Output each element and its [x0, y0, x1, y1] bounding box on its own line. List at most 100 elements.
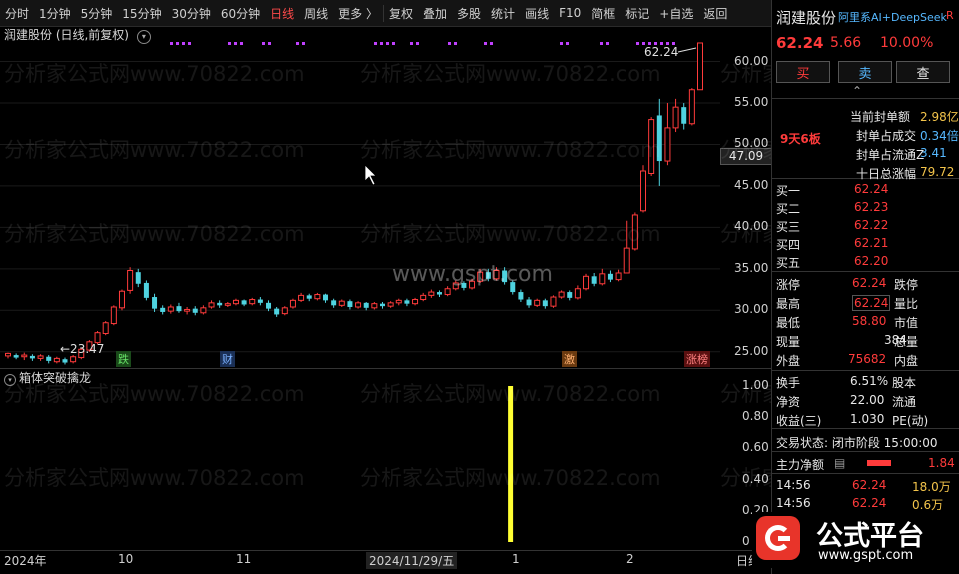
toolbar-item-12[interactable]: 统计 — [486, 5, 520, 22]
candle[interactable] — [444, 286, 451, 297]
candle[interactable] — [583, 273, 590, 291]
candle[interactable] — [681, 103, 687, 130]
candle[interactable] — [452, 280, 459, 291]
event-tag-finance[interactable]: 财 — [220, 351, 235, 367]
candle[interactable] — [127, 267, 134, 294]
candle[interactable] — [664, 103, 671, 166]
candle[interactable] — [387, 301, 394, 308]
toolbar-item-10[interactable]: 叠加 — [418, 5, 452, 22]
toolbar-item-0[interactable]: 分时 — [0, 5, 34, 22]
candle[interactable] — [542, 298, 548, 309]
candle[interactable] — [591, 272, 597, 287]
candle[interactable] — [143, 280, 149, 301]
candle[interactable] — [184, 306, 191, 315]
candle[interactable] — [314, 292, 321, 301]
list-icon[interactable]: ▤ — [834, 456, 845, 470]
candle[interactable] — [249, 297, 256, 306]
toolbar-item-13[interactable]: 画线 — [520, 5, 554, 22]
candle[interactable] — [436, 290, 442, 298]
candle[interactable] — [167, 304, 174, 314]
toolbar-item-15[interactable]: 简框 — [586, 5, 620, 22]
toolbar-item-17[interactable]: +自选 — [654, 5, 698, 22]
toolbar-item-8[interactable]: 更多 〉 — [333, 5, 383, 22]
candle[interactable] — [208, 300, 215, 309]
candle[interactable] — [558, 290, 565, 299]
candle[interactable] — [46, 355, 52, 364]
query-button[interactable]: 查 — [896, 61, 950, 83]
candle[interactable] — [534, 298, 541, 307]
candle[interactable] — [567, 290, 573, 301]
toolbar-item-14[interactable]: F10 — [554, 6, 586, 20]
candle[interactable] — [599, 268, 606, 286]
candle[interactable] — [241, 299, 247, 307]
candle[interactable] — [672, 98, 679, 133]
toolbar-item-9[interactable]: 复权 — [383, 4, 418, 22]
candle[interactable] — [526, 297, 532, 308]
toolbar-item-11[interactable]: 多股 — [452, 5, 486, 22]
candle[interactable] — [37, 354, 44, 361]
toolbar-item-18[interactable]: 返回 — [698, 5, 732, 22]
candle[interactable] — [648, 117, 655, 176]
candle[interactable] — [224, 302, 231, 307]
candle[interactable] — [510, 280, 516, 295]
candle[interactable] — [192, 306, 198, 316]
collapse-icon[interactable]: ⌃ — [852, 84, 862, 98]
candle[interactable] — [338, 299, 345, 307]
candle[interactable] — [232, 298, 239, 306]
candle[interactable] — [640, 165, 647, 213]
candle[interactable] — [217, 300, 223, 308]
toolbar-item-4[interactable]: 30分钟 — [167, 5, 216, 22]
candle[interactable] — [266, 300, 272, 312]
candle[interactable] — [395, 298, 402, 306]
indicator-chart[interactable] — [0, 380, 720, 550]
candle[interactable] — [574, 285, 581, 300]
candle[interactable] — [623, 220, 630, 274]
candle[interactable] — [70, 355, 77, 364]
candle[interactable] — [477, 268, 484, 283]
sell-button[interactable]: 卖 — [838, 61, 892, 83]
candle[interactable] — [697, 42, 703, 91]
candle[interactable] — [152, 293, 158, 312]
candle[interactable] — [615, 269, 622, 282]
candle[interactable] — [257, 297, 263, 306]
toolbar-item-3[interactable]: 15分钟 — [117, 5, 166, 22]
candle[interactable] — [306, 293, 312, 302]
candle[interactable] — [5, 352, 11, 359]
toolbar-item-6[interactable]: 日线 — [265, 5, 299, 22]
candle[interactable] — [281, 306, 288, 316]
candle[interactable] — [331, 298, 337, 308]
candle[interactable] — [160, 305, 166, 315]
toolbar-item-16[interactable]: 标记 — [620, 5, 654, 22]
candle[interactable] — [428, 289, 435, 298]
candle[interactable] — [631, 212, 638, 251]
event-tag-down[interactable]: 跌 — [116, 351, 131, 367]
candle[interactable] — [53, 356, 60, 364]
signal-bar[interactable] — [508, 386, 514, 542]
toolbar-item-5[interactable]: 60分钟 — [216, 5, 265, 22]
toolbar-item-7[interactable]: 周线 — [299, 5, 333, 22]
candle[interactable] — [420, 292, 427, 302]
candle[interactable] — [355, 301, 362, 309]
event-tag-surge[interactable]: 激 — [562, 351, 577, 367]
candle[interactable] — [274, 306, 280, 317]
candle[interactable] — [21, 352, 28, 361]
event-tag-top-list[interactable]: 涨榜 — [684, 351, 710, 367]
candle[interactable] — [412, 297, 419, 306]
candle[interactable] — [502, 267, 508, 285]
concept-tags[interactable]: 阿里系AI+DeepSeek — [838, 9, 947, 25]
candle[interactable] — [289, 298, 296, 309]
candlestick-chart[interactable]: 62.24 ←23.47 — [0, 40, 720, 370]
candle[interactable] — [110, 305, 117, 326]
candle[interactable] — [176, 302, 182, 313]
candle[interactable] — [135, 268, 141, 288]
candle[interactable] — [29, 354, 35, 361]
candle[interactable] — [518, 289, 524, 303]
candle[interactable] — [13, 353, 19, 360]
candle[interactable] — [550, 295, 557, 308]
candle[interactable] — [62, 357, 68, 365]
candle[interactable] — [688, 88, 695, 126]
candle[interactable] — [298, 292, 305, 303]
candle[interactable] — [404, 298, 410, 307]
buy-button[interactable]: 买 — [776, 61, 830, 83]
candle[interactable] — [379, 302, 385, 309]
